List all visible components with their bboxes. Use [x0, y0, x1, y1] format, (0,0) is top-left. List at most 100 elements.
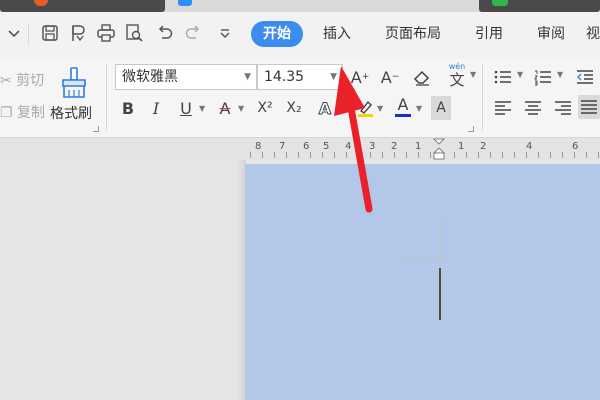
ruler-number: 6	[303, 141, 310, 152]
spreadsheet-tab-icon[interactable]	[492, 0, 508, 6]
font-color-swatch	[395, 113, 411, 117]
superscript-button[interactable]: X²	[253, 96, 277, 120]
tab-references[interactable]: 引用	[475, 21, 503, 47]
chevron-down-icon: ▼	[470, 70, 477, 79]
chevron-down-icon: ▼	[557, 70, 564, 79]
justify-button[interactable]	[578, 95, 600, 119]
highlighter-icon	[358, 100, 373, 117]
strikethrough-button[interactable]: A	[214, 96, 236, 120]
ruler-number: 1	[415, 141, 422, 152]
italic-button[interactable]: I	[145, 96, 167, 120]
output-as-pdf-icon[interactable]	[66, 21, 90, 45]
font-color-button[interactable]: A	[392, 94, 414, 118]
ruler-number: 3	[369, 141, 376, 152]
subscript-button[interactable]: X₂	[282, 96, 306, 120]
character-shading-button[interactable]: A	[431, 96, 451, 120]
clear-formatting-button[interactable]	[409, 65, 435, 89]
ruler-number: 2	[480, 141, 487, 152]
font-size-value: 14.35	[264, 69, 305, 85]
ruler-number: 2	[391, 141, 398, 152]
align-center-button[interactable]	[520, 96, 546, 120]
margin-corner-mark	[402, 259, 440, 260]
active-document-tab-icon[interactable]	[178, 0, 192, 6]
numbered-list-icon	[534, 70, 551, 86]
font-group-launcher[interactable]	[468, 126, 474, 132]
copy-label: 复制	[17, 105, 46, 121]
plus-icon: +	[361, 72, 370, 82]
ruler-number: 7	[279, 141, 286, 152]
align-left-button[interactable]	[490, 96, 516, 120]
ruler-number: 4	[526, 141, 533, 152]
tab-home[interactable]: 开始	[251, 21, 303, 47]
outdent-icon	[577, 70, 593, 84]
numbering-button[interactable]	[530, 65, 556, 89]
grow-font-button[interactable]: A +	[348, 65, 372, 89]
document-tab[interactable]	[0, 0, 165, 12]
shrink-font-button[interactable]: A −	[378, 65, 402, 89]
text-cursor	[439, 268, 441, 320]
customize-toolbar-icon[interactable]	[213, 21, 237, 45]
text-effect-button[interactable]: A	[314, 96, 336, 120]
highlight-button[interactable]	[354, 96, 376, 120]
bullets-button[interactable]	[490, 65, 516, 89]
save-icon[interactable]	[38, 21, 62, 45]
tab-page-layout[interactable]: 页面布局	[385, 21, 441, 47]
horizontal-ruler[interactable]: 8 7 6 5 4 3 2 1 1 2 4 6	[0, 138, 600, 160]
chevron-down-icon: ▼	[377, 104, 384, 113]
ruler-number: 5	[323, 141, 330, 152]
shrink-font-label: A	[380, 67, 392, 87]
cut-button[interactable]: ✂ 剪切	[0, 70, 44, 90]
undo-icon[interactable]	[153, 21, 177, 45]
copy-button[interactable]: ❐ 复制	[0, 102, 45, 122]
align-left-icon	[495, 101, 511, 115]
document-workspace[interactable]	[0, 160, 600, 400]
ribbon: ✂ 剪切 ❐ 复制 格式刷 微软雅黑 ▼ 14.35 ▼ A + A − wén 文…	[0, 58, 600, 138]
phonetic-char: 文	[449, 71, 465, 89]
ribbon-divider	[106, 64, 107, 130]
font-size-select[interactable]: 14.35 ▼	[257, 64, 343, 90]
format-painter-icon[interactable]	[58, 66, 90, 100]
minus-icon: −	[391, 72, 400, 82]
redo-icon[interactable]	[181, 21, 205, 45]
ruler-ticks	[250, 152, 600, 158]
align-right-button[interactable]	[550, 96, 576, 120]
underline-button[interactable]: U	[175, 96, 197, 120]
font-family-select[interactable]: 微软雅黑 ▼	[115, 64, 257, 90]
format-painter-label[interactable]: 格式刷	[50, 103, 92, 123]
align-center-icon	[525, 101, 541, 115]
chevron-down-icon: ▼	[199, 104, 206, 113]
ribbon-divider	[482, 64, 483, 130]
print-preview-icon[interactable]	[122, 21, 146, 45]
indent-marker-icon[interactable]	[433, 138, 445, 160]
tab-insert[interactable]: 插入	[323, 21, 351, 47]
print-icon[interactable]	[94, 21, 118, 45]
tab-view[interactable]: 视	[586, 21, 600, 47]
align-justify-icon	[581, 100, 597, 114]
align-right-icon	[555, 101, 571, 115]
window-tab-strip	[0, 0, 600, 12]
ruler-number: 1	[458, 141, 465, 152]
grow-font-label: A	[350, 67, 362, 87]
clipboard-group-launcher[interactable]	[93, 126, 99, 132]
eraser-icon	[413, 70, 430, 86]
menu-bar: 开始 插入 页面布局 引用 审阅 视	[0, 12, 600, 58]
font-color-label: A	[397, 94, 409, 114]
menu-divider	[28, 24, 29, 44]
chevron-down-icon: ▼	[517, 70, 524, 79]
margin-corner-mark	[440, 222, 441, 260]
document-page[interactable]	[245, 164, 600, 400]
bullet-list-icon	[494, 70, 511, 84]
chevron-down-icon: ▼	[238, 104, 245, 113]
phonetic-pinyin: wén	[448, 62, 466, 71]
phonetic-guide-button[interactable]: wén 文	[442, 62, 472, 90]
chevron-down-icon[interactable]	[2, 21, 26, 45]
tab-review[interactable]: 审阅	[537, 21, 565, 47]
decrease-indent-button[interactable]	[572, 65, 598, 89]
bold-button[interactable]: B	[117, 96, 139, 120]
chevron-down-icon: ▼	[244, 72, 251, 82]
font-family-value: 微软雅黑	[122, 69, 178, 85]
cut-label: 剪切	[16, 73, 45, 89]
copy-icon: ❐	[0, 105, 13, 121]
ruler-number: 4	[345, 141, 352, 152]
text-effect-label: A	[318, 98, 332, 118]
